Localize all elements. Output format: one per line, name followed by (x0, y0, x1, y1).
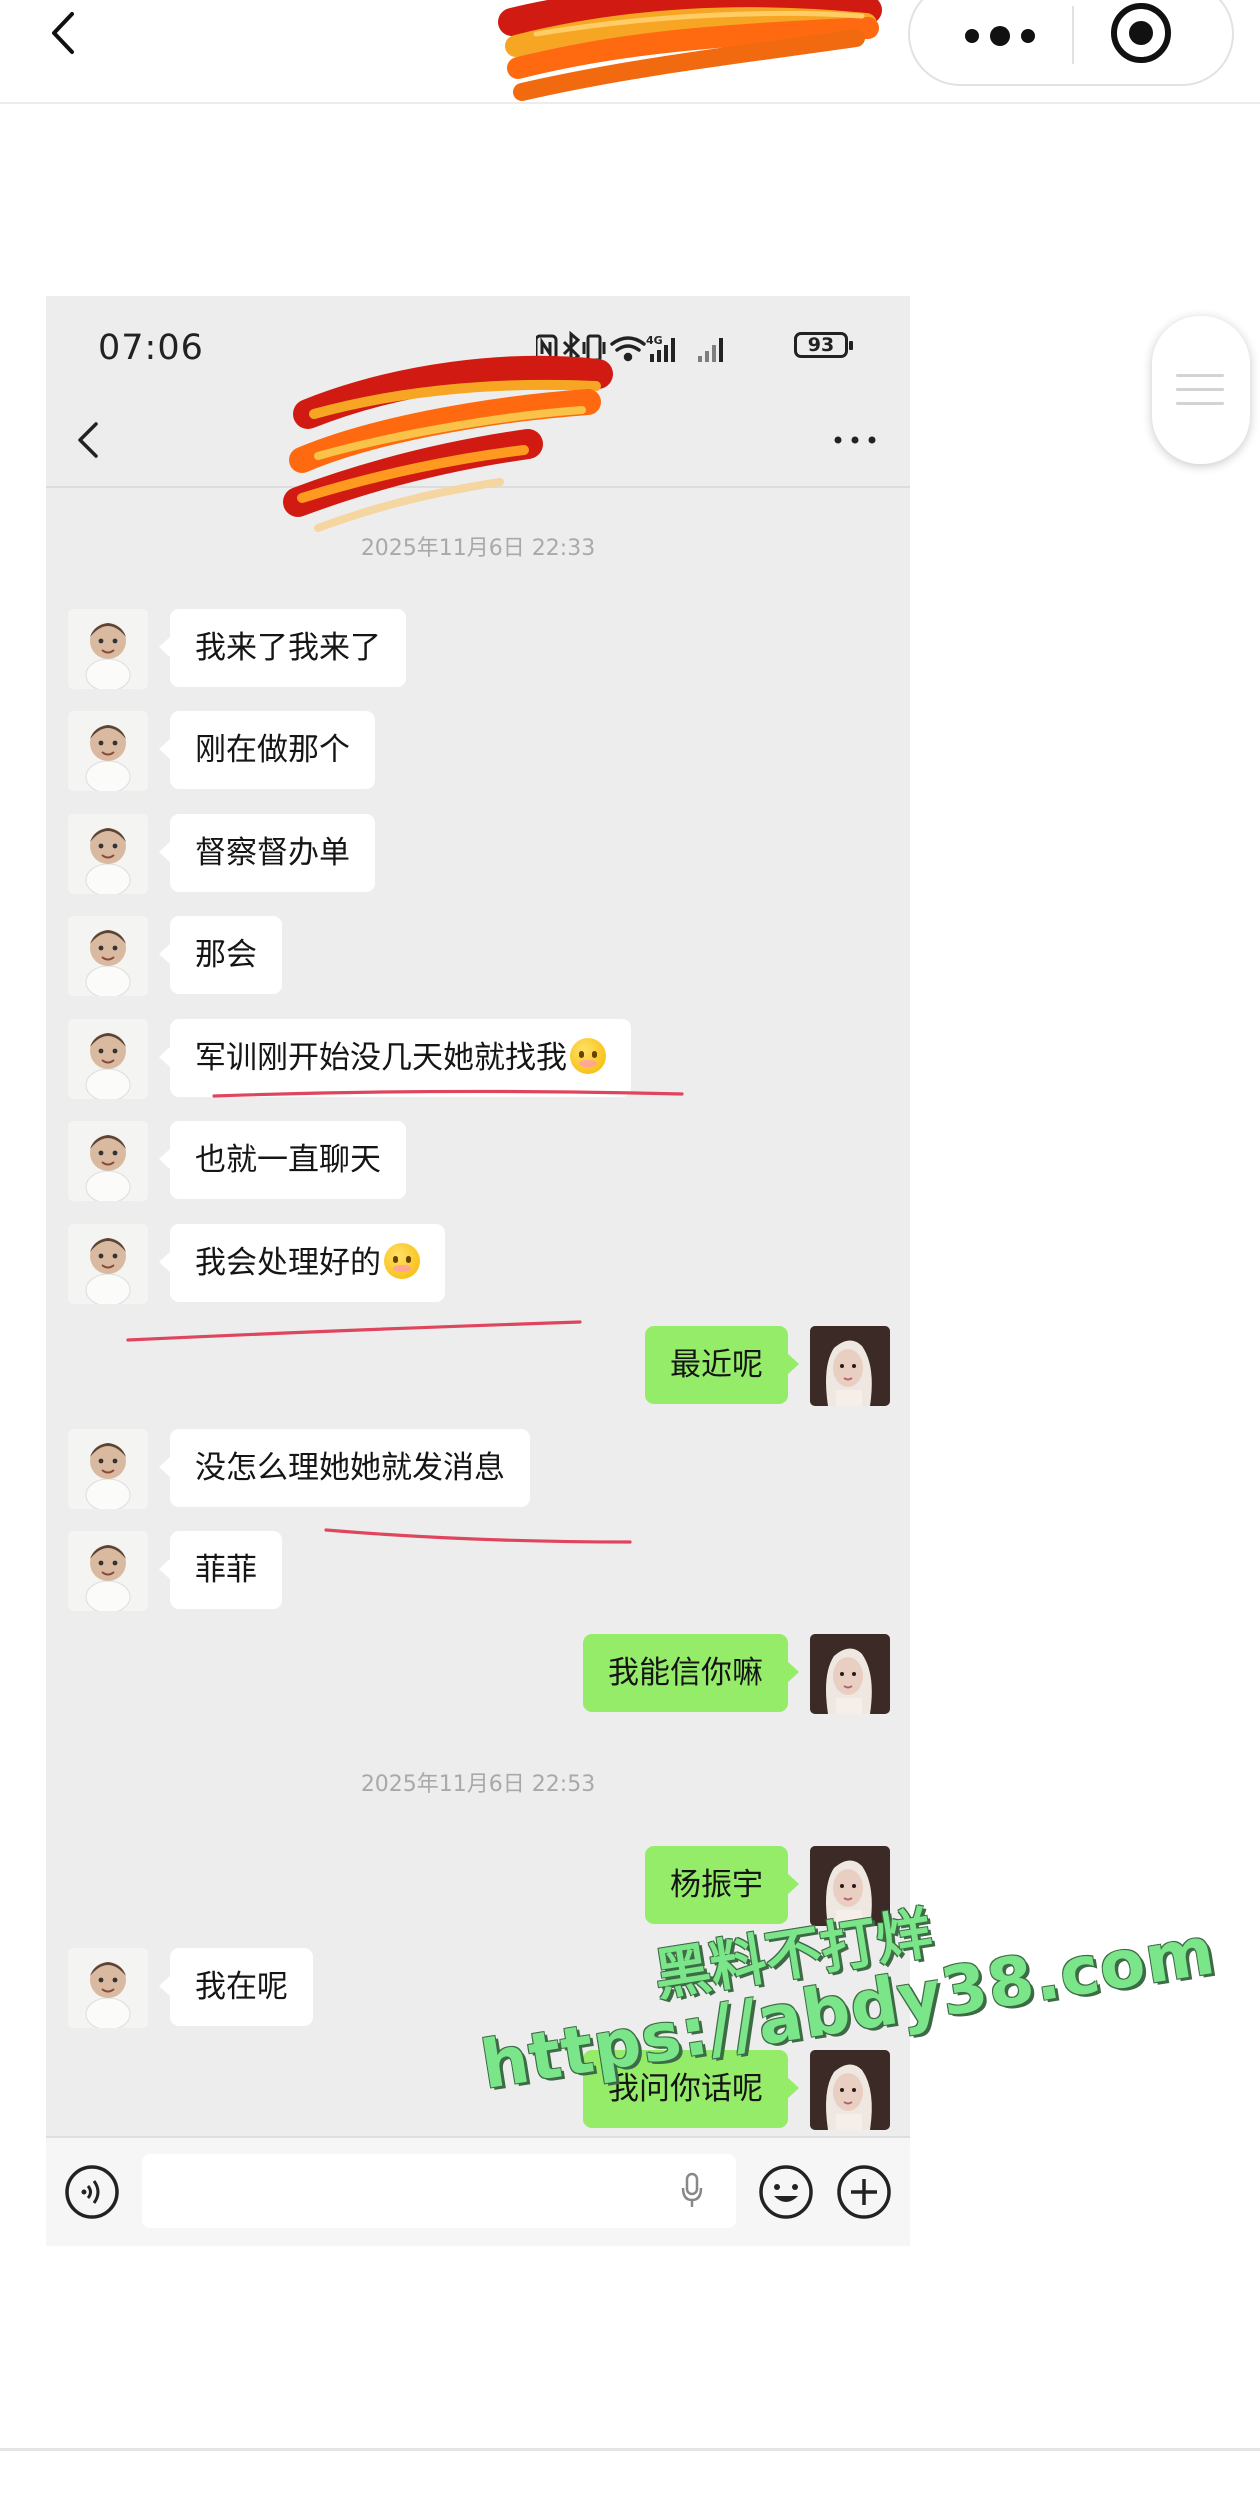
capsule-divider (1072, 6, 1074, 64)
nfc-icon (536, 334, 558, 362)
message-text: 没怎么理她她就发消息 (195, 1450, 505, 1486)
message-text: 我会处理好的 (195, 1245, 381, 1281)
message-text: 那会 (195, 937, 257, 973)
my-avatar[interactable] (810, 1846, 890, 1926)
chat-back-icon[interactable] (72, 420, 108, 460)
message-bubble-outgoing[interactable]: 最近呢 (645, 1326, 799, 1404)
message-bubble-outgoing[interactable]: 我能信你嘛 (583, 1634, 799, 1712)
flushed-emoji-icon (384, 1243, 420, 1279)
chat-header (46, 390, 910, 488)
message-bubble-incoming[interactable]: 我在呢 (159, 1948, 313, 2026)
status-time: 07:06 (98, 328, 204, 368)
message-bubble-incoming[interactable]: 我来了我来了 (159, 609, 406, 687)
mini-program-top-bar (0, 0, 1260, 104)
contact-avatar[interactable] (68, 1019, 148, 1099)
message-text: 最近呢 (670, 1347, 763, 1383)
message-text: 我来了我来了 (195, 630, 381, 666)
signal-icon (698, 338, 723, 362)
back-arrow-icon[interactable] (40, 8, 90, 58)
capsule-menu (908, 0, 1234, 86)
wifi-icon (610, 336, 646, 362)
message-text: 我问你话呢 (608, 2071, 763, 2107)
message-text: 刚在做那个 (195, 732, 350, 768)
phone-status-bar: 07:06 4G 93 (46, 296, 910, 390)
message-bubble-incoming[interactable]: 也就一直聊天 (159, 1121, 406, 1199)
chat-input-bar (46, 2136, 910, 2246)
message-text: 也就一直聊天 (195, 1142, 381, 1178)
message-text: 菲菲 (195, 1552, 257, 1588)
flushed-emoji-icon (570, 1038, 606, 1074)
chat-more-icon[interactable] (832, 432, 878, 448)
handle-line (1176, 388, 1224, 391)
message-bubble-incoming[interactable]: 军训刚开始没几天她就找我 (159, 1019, 631, 1097)
message-bubble-incoming[interactable]: 督察督办单 (159, 814, 375, 892)
message-text: 我在呢 (195, 1969, 288, 2005)
close-target-icon[interactable] (1106, 0, 1176, 68)
contact-avatar[interactable] (68, 1224, 148, 1304)
message-bubble-incoming[interactable]: 没怎么理她她就发消息 (159, 1429, 530, 1507)
emoji-icon[interactable] (756, 2162, 816, 2222)
plus-icon[interactable] (834, 2162, 894, 2222)
message-bubble-incoming[interactable]: 菲菲 (159, 1531, 282, 1609)
contact-avatar[interactable] (68, 1121, 148, 1201)
timestamp: 2025年11月6日 22:33 (360, 536, 596, 561)
side-drawer-handle[interactable] (1152, 316, 1250, 464)
my-avatar[interactable] (810, 1326, 890, 1406)
message-bubble-incoming[interactable]: 刚在做那个 (159, 711, 375, 789)
more-dots-icon[interactable] (950, 4, 1050, 64)
message-text: 杨振宇 (670, 1867, 763, 1903)
message-text: 督察督办单 (195, 835, 350, 871)
message-bubble-outgoing[interactable]: 我问你话呢 (583, 2050, 799, 2128)
bluetooth-icon (562, 330, 581, 366)
chat-screenshot: 07:06 4G 93 2025年11月6日 22:33 我来了我来了 刚在做那… (46, 296, 910, 2246)
voice-toggle-icon[interactable] (62, 2162, 122, 2222)
bottom-divider (0, 2448, 1260, 2451)
message-bubble-outgoing[interactable]: 杨振宇 (645, 1846, 799, 1924)
message-bubble-incoming[interactable]: 那会 (159, 916, 282, 994)
vibrate-icon (582, 334, 606, 362)
timestamp: 2025年11月6日 22:53 (360, 1772, 596, 1797)
contact-avatar[interactable] (68, 814, 148, 894)
contact-avatar[interactable] (68, 1531, 148, 1611)
microphone-icon[interactable] (680, 2172, 704, 2210)
handle-line (1176, 374, 1224, 377)
message-bubble-incoming[interactable]: 我会处理好的 (159, 1224, 445, 1302)
signal-4g-icon: 4G (646, 334, 675, 362)
handle-line (1176, 402, 1224, 405)
message-text: 我能信你嘛 (608, 1655, 763, 1691)
my-avatar[interactable] (810, 1634, 890, 1714)
my-avatar[interactable] (810, 2050, 890, 2130)
svg-text:4G: 4G (646, 334, 663, 347)
contact-avatar[interactable] (68, 1948, 148, 2028)
message-input[interactable] (142, 2154, 736, 2228)
contact-avatar[interactable] (68, 609, 148, 689)
contact-avatar[interactable] (68, 711, 148, 791)
contact-avatar[interactable] (68, 916, 148, 996)
contact-avatar[interactable] (68, 1429, 148, 1509)
battery-icon: 93 (794, 332, 853, 358)
message-text: 军训刚开始没几天她就找我 (195, 1040, 567, 1076)
